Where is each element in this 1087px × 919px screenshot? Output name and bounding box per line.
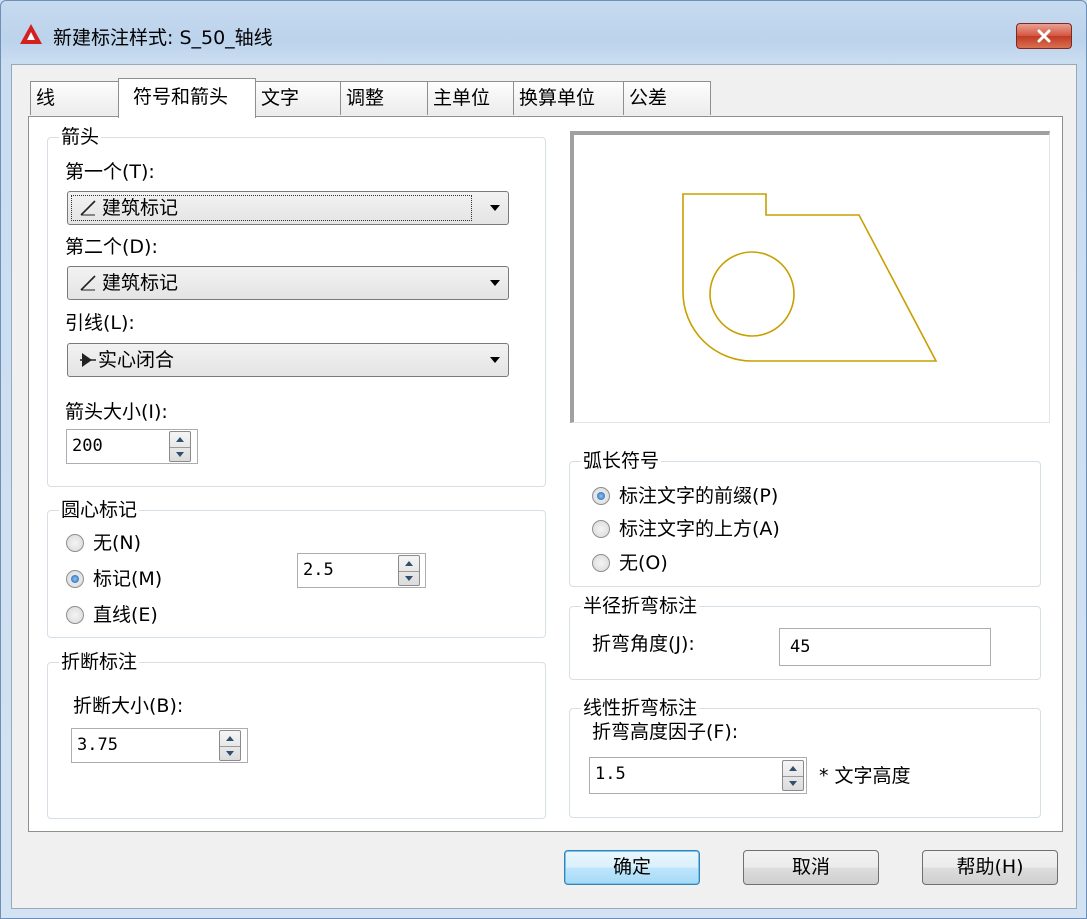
tick-icon [80,200,96,216]
spin-down-button[interactable] [170,447,190,461]
text-height-suffix: * 文字高度 [819,765,911,787]
center-line-radio[interactable] [66,606,84,624]
triangle-up-icon [405,561,413,566]
tick-icon [80,275,96,291]
break-size-label: 折断大小(B): [73,695,184,717]
arc-none-radio[interactable] [592,554,610,572]
window-title: 新建标注样式: S_50_轴线 [53,27,273,49]
center-mark-size-spinner[interactable] [398,555,420,586]
tab-primary-units[interactable]: 主单位 [427,81,514,115]
break-size-spinner[interactable] [219,730,241,761]
jog-angle-input[interactable]: 45 [779,628,991,666]
triangle-down-icon [789,781,797,786]
arc-prefix-label: 标注文字的前缀(P) [619,485,779,507]
close-button[interactable] [1016,23,1072,49]
jog-height-factor-label: 折弯高度因子(F): [592,721,739,743]
jog-height-factor-value: 1.5 [595,764,626,784]
tab-fit[interactable]: 调整 [340,81,428,115]
center-none-radio[interactable] [66,534,84,552]
center-mark-size-value: 2.5 [303,560,334,580]
help-button[interactable]: 帮助(H) [922,850,1058,885]
arrow-size-spinner[interactable] [169,431,191,462]
first-arrow-label: 第一个(T): [65,161,155,183]
linear-jog-group-title: 线性折弯标注 [581,697,700,719]
leader-arrow-value: 实心闭合 [98,349,175,371]
tab-label: 调整 [346,87,385,109]
arrow-size-value: 200 [72,436,103,456]
tab-label: 线 [36,87,56,109]
second-arrow-label: 第二个(D): [65,236,158,258]
spin-up-button[interactable] [220,732,240,746]
center-mark-radio[interactable] [66,570,84,588]
first-arrow-value: 建筑标记 [102,197,179,219]
tab-lines[interactable]: 线 [30,81,120,115]
center-mark-label: 标记(M) [93,568,163,590]
leader-arrow-select[interactable]: 实心闭合 [67,343,509,377]
dimension-preview [570,131,1050,423]
preview-circle [709,251,795,337]
arc-above-radio[interactable] [592,520,610,538]
tab-label: 主单位 [433,87,491,109]
jog-height-factor-input[interactable]: 1.5 [589,757,807,794]
spin-down-button[interactable] [220,746,240,760]
arc-length-group-title: 弧长符号 [581,450,662,472]
radius-jog-group-title: 半径折弯标注 [581,595,700,617]
chevron-down-icon [490,280,500,286]
triangle-down-icon [226,751,234,756]
dimension-break-group-title: 折断标注 [59,651,140,673]
chevron-down-icon [490,357,500,363]
jog-angle-value: 45 [790,637,811,657]
tab-label: 符号和箭头 [133,86,229,108]
jog-height-factor-spinner[interactable] [782,760,804,791]
triangle-up-icon [226,736,234,741]
second-arrow-select[interactable]: 建筑标记 [67,266,509,300]
arc-none-label: 无(O) [619,552,668,574]
leader-arrow-label: 引线(L): [65,312,135,334]
jog-angle-label: 折弯角度(J): [592,633,695,655]
spin-down-button[interactable] [783,776,803,790]
dialog-client-area: 线 符号和箭头 文字 调整 主单位 换算单位 公差 箭头 第一个(T): 建筑标… [11,64,1077,909]
arc-prefix-radio[interactable] [592,487,610,505]
spin-up-button[interactable] [783,762,803,776]
chevron-down-icon [490,205,500,211]
spin-up-button[interactable] [170,433,190,447]
break-size-value: 3.75 [77,735,118,755]
arc-above-label: 标注文字的上方(A) [619,518,780,540]
dialog-window: 新建标注样式: S_50_轴线 线 符号和箭头 文字 调整 主单位 换算单位 公… [0,0,1087,919]
cancel-button[interactable]: 取消 [743,850,879,885]
triangle-up-icon [176,437,184,442]
autocad-logo-icon [20,24,42,44]
tab-label: 换算单位 [519,87,596,109]
tab-symbols-and-arrows[interactable]: 符号和箭头 [118,78,256,118]
closed-filled-arrow-icon [80,353,96,367]
second-arrow-value: 建筑标记 [102,272,179,294]
spin-up-button[interactable] [399,557,419,571]
preview-drawing [682,193,938,362]
close-icon [1037,29,1051,43]
tab-tolerances[interactable]: 公差 [623,81,711,115]
tab-panel-symbols-and-arrows: 箭头 第一个(T): 建筑标记 第二个(D): 建筑标记 引线(L): 实心闭合… [28,116,1063,832]
title-bar[interactable]: 新建标注样式: S_50_轴线 [1,1,1086,65]
triangle-down-icon [405,576,413,581]
spin-down-button[interactable] [399,571,419,585]
tab-alternate-units[interactable]: 换算单位 [513,81,624,115]
tab-label: 文字 [261,87,300,109]
ok-button[interactable]: 确定 [564,850,700,885]
tab-text[interactable]: 文字 [255,81,341,115]
first-arrow-select[interactable]: 建筑标记 [67,191,509,225]
center-none-label: 无(N) [93,532,142,554]
arrow-size-label: 箭头大小(I): [65,401,168,423]
center-line-label: 直线(E) [93,604,158,626]
center-marks-group-title: 圆心标记 [59,499,140,521]
triangle-down-icon [176,452,184,457]
arrowheads-group-title: 箭头 [59,126,102,148]
tab-label: 公差 [629,87,668,109]
triangle-up-icon [789,766,797,771]
preview-outline [682,193,938,362]
